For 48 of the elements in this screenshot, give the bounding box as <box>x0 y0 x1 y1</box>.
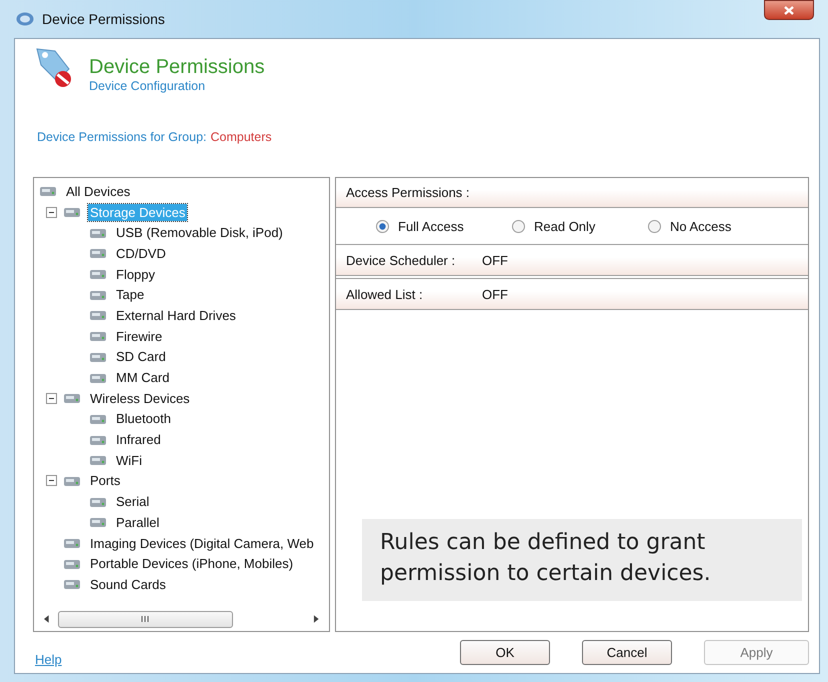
group-name: Computers <box>210 130 272 144</box>
close-icon <box>784 6 794 14</box>
collapse-icon[interactable] <box>46 475 57 486</box>
tree-item[interactable]: Floppy <box>114 266 158 283</box>
tree-item[interactable]: SD Card <box>114 348 168 366</box>
tree-item[interactable]: Bluetooth <box>114 410 173 428</box>
tree-item[interactable]: Tape <box>114 286 146 304</box>
tree-item[interactable]: Parallel <box>114 514 162 531</box>
window-title: Device Permissions <box>42 11 165 27</box>
setting-label: Device Scheduler : <box>346 252 456 268</box>
scroll-left-icon[interactable] <box>44 615 50 623</box>
radio-option[interactable]: Read Only <box>512 218 648 234</box>
tree-item[interactable]: Infrared <box>114 431 163 448</box>
tree-item[interactable]: Imaging Devices (Digital Camera, Web <box>88 534 316 552</box>
collapse-icon[interactable] <box>46 206 57 218</box>
radio-option[interactable]: No Access <box>648 218 784 234</box>
setting-label: Allowed List : <box>346 286 424 302</box>
dialog-button[interactable]: OK <box>460 640 550 665</box>
close-button[interactable] <box>764 0 814 20</box>
dialog-subheading: Device Configuration <box>89 79 206 93</box>
help-link[interactable]: Help <box>33 652 62 667</box>
scroll-thumb[interactable] <box>58 610 234 628</box>
dialog-heading: Device Permissions <box>89 55 265 79</box>
tree-item[interactable]: Firewire <box>114 328 164 345</box>
radio-button[interactable] <box>376 220 389 232</box>
tree-item[interactable]: CD/DVD <box>114 244 168 262</box>
tree-item[interactable]: All Devices <box>64 182 132 200</box>
app-icon <box>16 12 34 26</box>
setting-value: OFF <box>482 286 508 302</box>
tree-item[interactable]: External Hard Drives <box>114 306 238 324</box>
tree-item[interactable]: MM Card <box>114 369 172 386</box>
collapse-icon[interactable] <box>46 392 57 404</box>
section-label: Access Permissions : <box>346 185 470 200</box>
tree-item[interactable]: Ports <box>88 472 122 490</box>
tree-item[interactable]: USB (Removable Disk, iPod) <box>114 224 285 242</box>
group-label: Device Permissions for Group: <box>37 130 207 144</box>
radio-button[interactable] <box>512 220 525 232</box>
scroll-right-icon[interactable] <box>313 615 319 623</box>
tree-item[interactable]: Wireless Devices <box>88 390 192 407</box>
callout-note: Rules can be defined to grant permission to certain devices. <box>362 519 802 601</box>
radio-option[interactable]: Full Access <box>376 218 512 234</box>
radio-button[interactable] <box>648 220 661 232</box>
tree-item[interactable]: Portable Devices (iPhone, Mobiles) <box>88 555 296 572</box>
dialog-button[interactable]: Cancel <box>582 640 672 665</box>
tree-item[interactable]: Sound Cards <box>88 576 168 593</box>
tree-item[interactable]: Serial <box>114 493 152 510</box>
setting-value: OFF <box>482 252 508 268</box>
tree-item[interactable]: WiFi <box>114 452 144 469</box>
